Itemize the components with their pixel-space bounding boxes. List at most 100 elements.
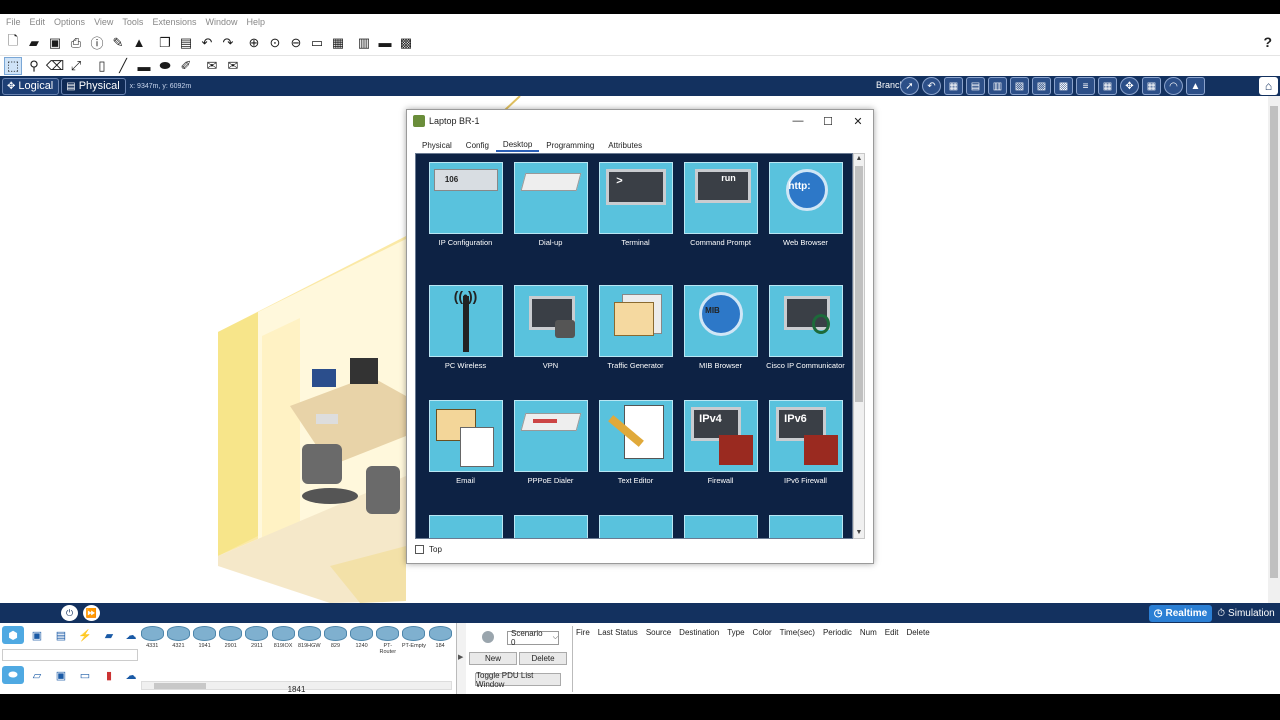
close-icon[interactable]: ✕ [849,113,867,129]
tab-config[interactable]: Config [459,138,496,152]
set-tiled-background-icon[interactable]: ▨ [1032,77,1051,95]
note-icon[interactable]: ▯ [93,57,111,75]
device-2901[interactable]: 2901 [219,626,243,670]
help-button[interactable]: ? [1263,34,1272,50]
realtime-button[interactable]: ◷ Realtime [1149,605,1212,622]
device-pt-empty[interactable]: PT-Empty [402,626,426,670]
hubs-icon[interactable]: ▣ [50,666,72,684]
toggle-pdu-list-button[interactable]: Toggle PDU List Window [475,671,561,689]
tab-desktop[interactable]: Desktop [495,138,540,152]
tab-physical[interactable]: Physical [415,138,459,152]
app-vpn[interactable]: VPN [508,285,593,370]
menu-tools[interactable]: Tools [122,17,143,27]
back-icon[interactable]: ↶ [922,77,941,95]
scenario-info-icon[interactable] [482,631,494,643]
security-icon[interactable]: ▮ [98,666,120,684]
new-file-icon[interactable]: 🗋 [4,33,22,52]
app-firewall[interactable]: IPv4 Firewall [678,400,763,485]
device-4331[interactable]: 4331 [140,626,164,670]
fast-forward-icon[interactable]: ⏩ [83,605,100,621]
device-829[interactable]: 829 [323,626,347,670]
expand-arrow-icon[interactable]: ▶ [458,653,463,661]
device-pt-router[interactable]: PT-Router [376,626,400,670]
device-184[interactable]: 184 [428,626,452,670]
print-icon[interactable]: ⎙ [67,34,85,52]
freeform-icon[interactable]: ✐ [177,57,195,75]
menu-options[interactable]: Options [54,17,85,27]
app-partial-4[interactable] [678,515,763,538]
app-command-prompt[interactable]: run Command Prompt [678,162,763,247]
undo-icon[interactable]: ↶ [198,34,216,52]
device-1941[interactable]: 1941 [192,626,217,670]
app-email[interactable]: Email [423,400,508,485]
new-closet-icon[interactable]: ▥ [988,77,1007,95]
minimize-icon[interactable]: — [789,113,807,129]
menu-edit[interactable]: Edit [30,17,46,27]
menu-view[interactable]: View [94,17,113,27]
scroll-up-icon[interactable]: ▲ [854,154,864,164]
simple-pdu-icon[interactable]: ✉ [203,57,221,75]
canvas-vertical-scrollbar[interactable] [1268,96,1280,603]
desktop-scrollbar[interactable]: ▲ ▼ [853,153,865,539]
top-checkbox[interactable] [415,545,424,554]
image-icon[interactable]: ▲ [1186,77,1205,95]
navigation-icon[interactable]: ➚ [900,77,919,95]
zoom-out-icon[interactable]: ⊖ [287,34,305,52]
custom-devices-dialog-icon[interactable]: ▦ [329,34,347,52]
delete-scenario-button[interactable]: Delete [519,652,567,665]
redo-icon[interactable]: ↷ [219,34,237,52]
app-pppoe-dialer[interactable]: PPPoE Dialer [508,400,593,485]
app-ipv6-firewall[interactable]: IPv6 IPv6 Firewall [763,400,848,485]
menu-window[interactable]: Window [205,17,237,27]
scroll-down-icon[interactable]: ▼ [854,528,864,538]
inspect-icon[interactable]: ⚲ [25,57,43,75]
maximize-icon[interactable]: ☐ [819,113,837,129]
app-partial-5[interactable] [763,515,848,538]
layout-icon[interactable]: ▦ [1142,77,1161,95]
menu-extensions[interactable]: Extensions [152,17,196,27]
app-terminal[interactable]: > Terminal [593,162,678,247]
device-819hgw[interactable]: 819HGW [297,626,321,670]
ellipse-icon[interactable]: ⬬ [156,57,174,75]
misc-icon[interactable]: ▰ [98,626,120,644]
activity-wizard-icon[interactable]: ✎ [109,34,127,52]
scrollbar-thumb[interactable] [855,166,863,402]
wireless-icon[interactable]: ◠ [1164,77,1183,95]
drawing-palette-icon[interactable]: ▭ [308,34,326,52]
wireless-devices-icon[interactable]: ▭ [74,666,96,684]
device-2911[interactable]: 2911 [245,626,269,670]
rectangle-icon[interactable]: ▬ [135,57,153,75]
app-dial-up[interactable]: Dial-up [508,162,593,247]
device-819iox[interactable]: 819IOX [271,626,295,670]
app-cisco-ip-communicator[interactable]: Cisco IP Communicator [763,285,848,370]
viewport-icon[interactable]: ▥ [355,34,373,52]
app-partial-3[interactable] [593,515,678,538]
cable-list-icon[interactable]: ≡ [1076,77,1095,95]
delete-icon[interactable]: ⌫ [46,57,64,75]
open-folder-icon[interactable]: ▰ [25,34,43,52]
home-icon[interactable]: ⌂ [1259,77,1278,95]
scenario-select[interactable]: Scenario 0 ⌵ [507,629,559,647]
custom-device-icon[interactable]: ▲ [130,34,148,52]
physical-button[interactable]: ▤ Physical [61,77,126,95]
tab-attributes[interactable]: Attributes [601,138,649,152]
new-building-icon[interactable]: ▤ [966,77,985,95]
line-icon[interactable]: ╱ [114,57,132,75]
move-object-icon[interactable]: ▧ [1010,77,1029,95]
copy-icon[interactable]: ❐ [156,34,174,52]
new-city-icon[interactable]: ▦ [944,77,963,95]
zoom-in-icon[interactable]: ⊕ [245,34,263,52]
connections-icon[interactable]: ⚡ [74,626,96,644]
complex-pdu-icon[interactable]: ✉ [224,57,242,75]
zoom-reset-icon[interactable]: ⊙ [266,34,284,52]
resize-icon[interactable]: ⤢ [67,57,85,75]
app-web-browser[interactable]: http: Web Browser [763,162,848,247]
app-mib-browser[interactable]: MIB MIB Browser [678,285,763,370]
app-partial-1[interactable] [423,515,508,538]
device-1240[interactable]: 1240 [349,626,374,670]
simulation-button[interactable]: ⏱ Simulation [1214,605,1278,622]
viewport-toggle-icon[interactable]: ▩ [1054,77,1073,95]
menu-file[interactable]: File [6,17,21,27]
info-icon[interactable]: ⓘ [88,34,106,52]
end-devices-icon[interactable]: ▣ [26,626,48,644]
